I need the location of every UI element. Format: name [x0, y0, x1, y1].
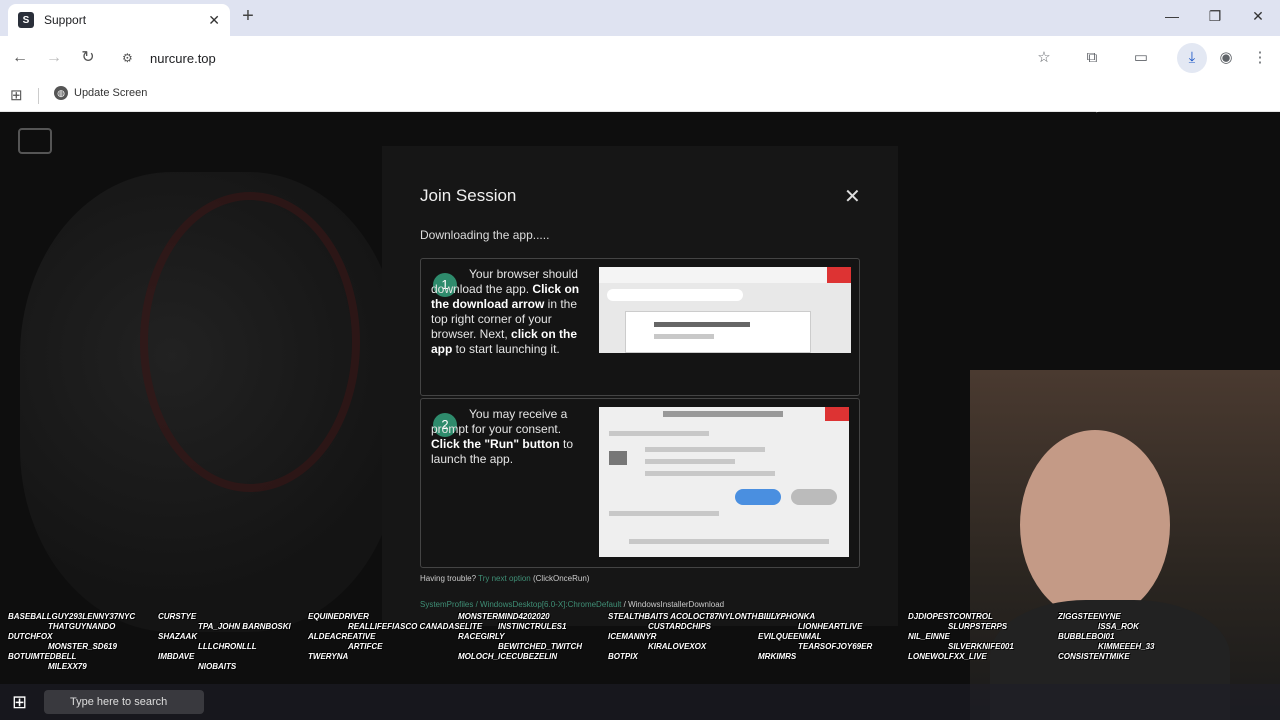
forward-icon[interactable]: → — [44, 48, 64, 68]
tab-title: Support — [44, 13, 87, 27]
address-bar[interactable]: ⚙ nurcure.top — [110, 41, 1070, 75]
webcam-overlay — [970, 370, 1280, 720]
step-emphasis: Click the "Run" button — [431, 437, 560, 451]
illustration-tabbar — [599, 267, 851, 283]
new-tab-icon[interactable]: + — [238, 6, 258, 27]
join-session-dialog: Join Session ✕ Downloading the app..... … — [382, 146, 898, 626]
extensions-icon[interactable]: ⧉ — [1082, 48, 1102, 68]
background-decoration — [140, 192, 360, 492]
restore-icon[interactable]: ❐ — [1205, 8, 1225, 25]
windows-start-icon[interactable]: ⊞ — [12, 692, 27, 713]
illustration-addressbar — [607, 289, 743, 301]
run-prompt-illustration — [599, 407, 849, 557]
site-logo-icon — [18, 128, 52, 154]
step-text: You may receive a prompt for your consen… — [431, 407, 568, 436]
reload-icon[interactable]: ↻ — [78, 48, 98, 68]
step-card-1: 1 Your browser should download the app. … — [420, 258, 860, 396]
tab-support[interactable]: S Support ✕ — [8, 4, 230, 36]
bookmark-label: Update Screen — [74, 87, 148, 99]
dialog-title: Join Session — [420, 186, 517, 205]
site-favicon-icon: S — [18, 12, 34, 28]
taskbar-search[interactable]: Type here to search — [44, 690, 204, 714]
illustration-close — [825, 407, 849, 421]
apps-grid-icon[interactable]: ⊞ — [10, 86, 23, 104]
globe-icon: ◍ — [54, 86, 68, 100]
help-label: Having trouble? — [420, 574, 477, 583]
bookmarks-bar: ⊞ ◍ Update Screen — [0, 80, 1280, 112]
site-info-icon[interactable]: ⚙ — [122, 51, 138, 65]
path-suffix: / WindowsInstallerDownload — [623, 600, 725, 609]
try-next-option-link[interactable]: Try next option — [478, 574, 531, 583]
step-instructions: Your browser should download the app. Cl… — [431, 267, 591, 357]
trouble-help-text: Having trouble? Try next option (ClickOn… — [420, 574, 589, 583]
bookmark-divider — [38, 88, 39, 104]
menu-icon[interactable]: ⋮ — [1250, 48, 1270, 68]
profile-icon[interactable]: ◉ — [1216, 48, 1236, 68]
step-text: to start launching it. — [452, 342, 560, 356]
download-illustration — [599, 267, 851, 353]
back-icon[interactable]: ← — [10, 48, 30, 68]
help-suffix: (ClickOnceRun) — [532, 574, 590, 583]
illustration-close — [827, 267, 851, 283]
bookmark-star-icon[interactable]: ☆ — [1034, 48, 1054, 68]
illustration-download-popup — [625, 311, 811, 353]
path-link[interactable]: SystemProfiles / WindowsDesktop[6.0-X]:C… — [420, 600, 621, 609]
address-url[interactable]: nurcure.top — [150, 51, 216, 66]
close-tab-icon[interactable]: ✕ — [208, 12, 220, 29]
step-card-2: 2 You may receive a prompt for your cons… — [420, 398, 860, 568]
window-close-icon[interactable]: ✕ — [1248, 8, 1268, 25]
minimize-icon[interactable]: — — [1162, 8, 1182, 24]
illustration-cancel-button — [791, 489, 837, 505]
dialog-subtitle: Downloading the app..... — [420, 228, 550, 242]
browser-toolbar: ← → ↻ ⚙ nurcure.top ☆ ⧉ ▭ ⤓ ◉ ⋮ — [0, 36, 1280, 80]
os-taskbar: ⊞ Type here to search — [0, 684, 1280, 720]
tab-strip: S Support ✕ + — ❐ ✕ — [0, 0, 1280, 36]
streamer-head — [1020, 430, 1170, 620]
close-dialog-icon[interactable]: ✕ — [844, 184, 861, 209]
download-icon[interactable]: ⤓ — [1177, 43, 1207, 73]
illustration-run-button — [735, 489, 781, 505]
bookmark-update-screen[interactable]: ◍ Update Screen — [54, 86, 147, 100]
step-instructions: You may receive a prompt for your consen… — [431, 407, 591, 467]
cast-icon[interactable]: ▭ — [1131, 48, 1151, 68]
download-path-text: SystemProfiles / WindowsDesktop[6.0-X]:C… — [420, 600, 724, 609]
